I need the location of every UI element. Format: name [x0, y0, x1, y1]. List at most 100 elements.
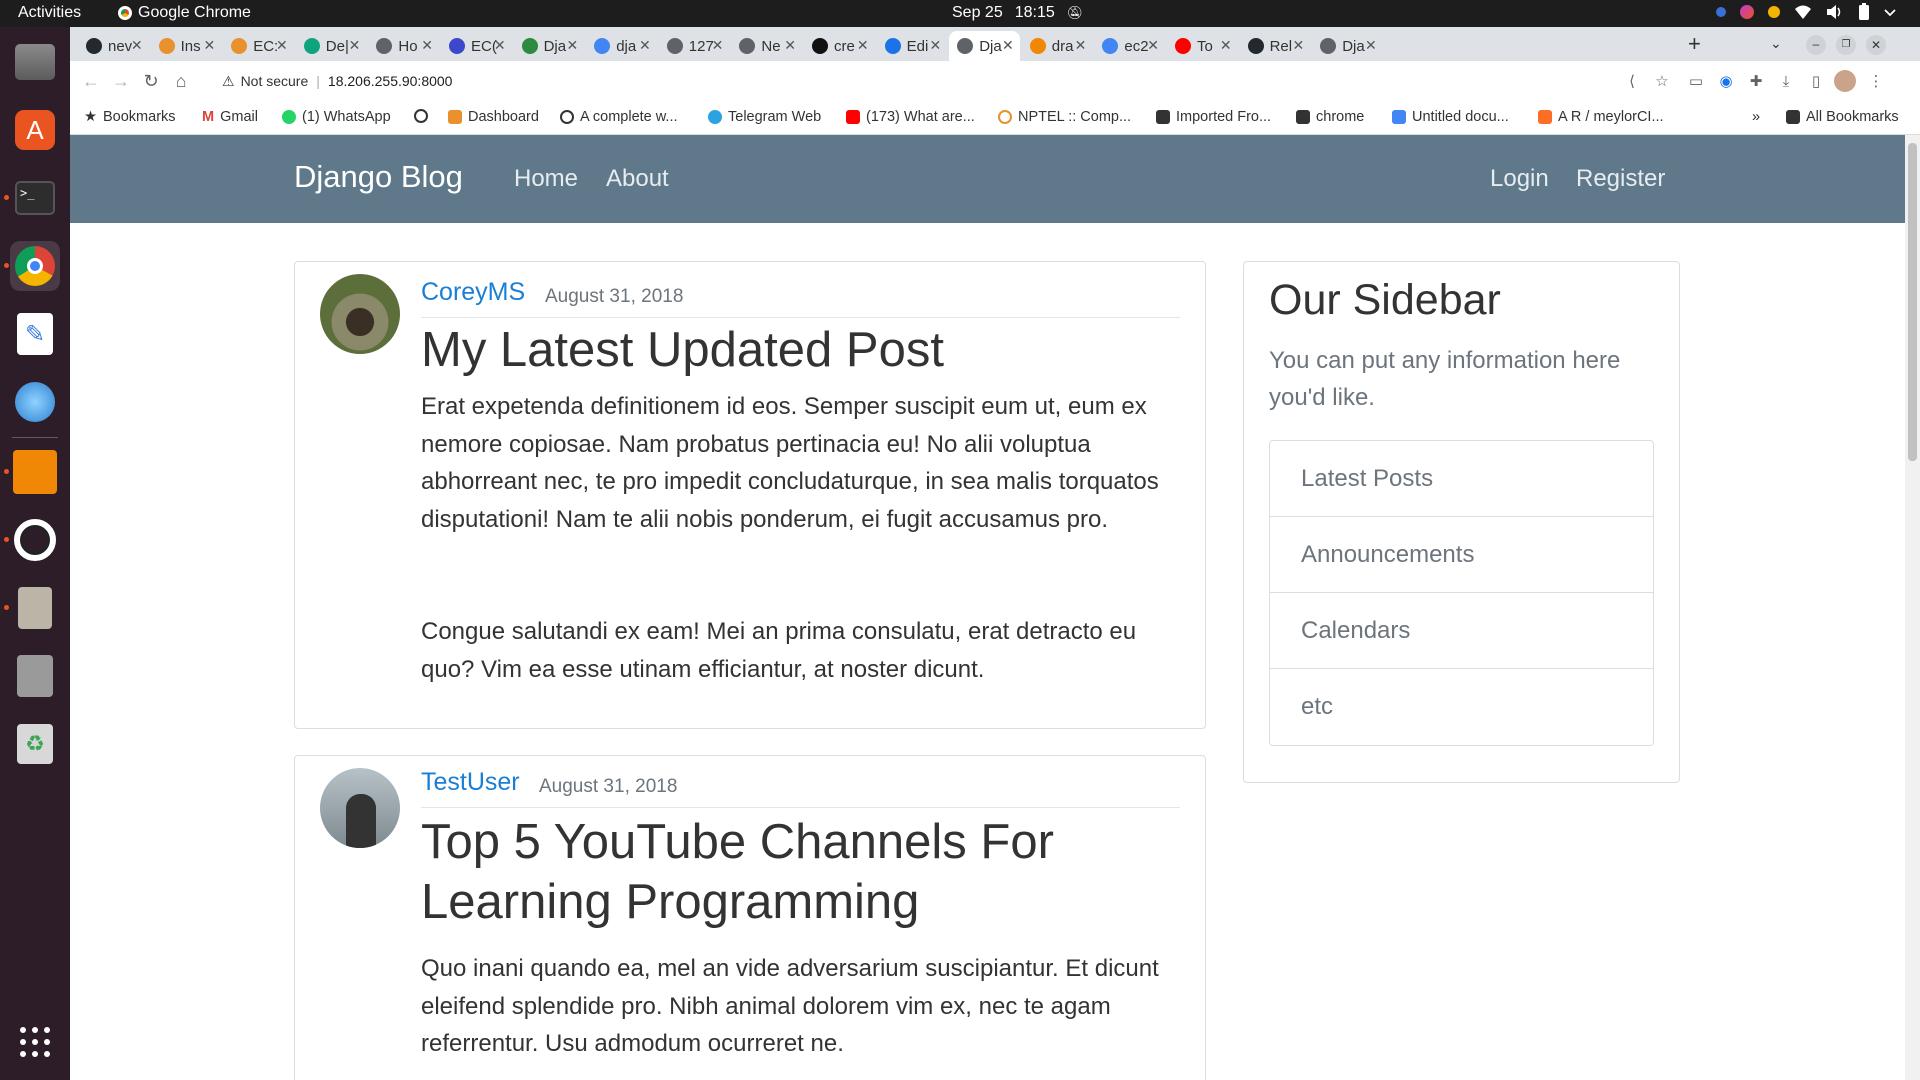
post-title-link[interactable]: Top 5 YouTube Channels For Learning Prog…: [421, 812, 1180, 932]
nav-login-link[interactable]: Login: [1490, 165, 1549, 193]
scrollbar-thumb[interactable]: [1908, 143, 1917, 461]
all-bookmarks[interactable]: All Bookmarks: [1786, 109, 1899, 125]
text-editor-icon[interactable]: ✎: [10, 309, 60, 359]
tab-18[interactable]: Dja ✕: [1312, 31, 1383, 61]
sidebar-item-calendars[interactable]: Calendars: [1270, 593, 1653, 669]
bookmark-chrome[interactable]: chrome: [1296, 109, 1364, 125]
tray-app2-icon[interactable]: [1768, 6, 1780, 18]
bookmark-untitled-doc[interactable]: Untitled docu...: [1392, 109, 1509, 125]
restore-window-button[interactable]: ❐: [1836, 35, 1856, 55]
tab-1[interactable]: nev ✕: [78, 31, 149, 61]
bookmark-gitlab[interactable]: A R / meylorCI...: [1538, 109, 1664, 125]
nav-register-link[interactable]: Register: [1576, 165, 1665, 193]
close-tab-icon[interactable]: ✕: [1002, 37, 1014, 54]
tab-13[interactable]: Dja ✕: [949, 31, 1020, 61]
chrome-menu-icon[interactable]: ⋮: [1866, 71, 1886, 91]
post-author-link[interactable]: TestUser: [421, 768, 520, 797]
not-secure-warning-icon[interactable]: ⚠: [222, 73, 235, 90]
security-status[interactable]: Not secure: [241, 73, 309, 89]
tab-search-icon[interactable]: ⌄: [1770, 35, 1782, 52]
close-tab-icon[interactable]: ✕: [566, 37, 578, 54]
archive-icon[interactable]: [10, 583, 60, 633]
settings-swirl-icon[interactable]: [10, 377, 60, 427]
sidebar-item-announcements[interactable]: Announcements: [1270, 517, 1653, 593]
bookmark-complete-w[interactable]: A complete w...: [560, 109, 678, 125]
bookmark-bookmarks[interactable]: ★ Bookmarks: [84, 109, 176, 125]
sidebar-item-etc[interactable]: etc: [1270, 669, 1653, 745]
post-author-link[interactable]: CoreyMS: [421, 278, 525, 307]
bookmark-whatsapp[interactable]: (1) WhatsApp: [282, 109, 391, 125]
bookmarks-overflow-button[interactable]: »: [1752, 109, 1760, 125]
post-title-link[interactable]: My Latest Updated Post: [421, 320, 1180, 380]
tab-2[interactable]: Ins ✕: [151, 31, 222, 61]
close-tab-icon[interactable]: ✕: [712, 37, 724, 54]
reload-button[interactable]: ↻: [140, 70, 162, 92]
forward-button[interactable]: →: [110, 70, 132, 92]
close-tab-icon[interactable]: ✕: [131, 37, 143, 54]
share-icon[interactable]: ⟨: [1622, 71, 1642, 91]
close-tab-icon[interactable]: ✕: [857, 37, 869, 54]
tab-16[interactable]: To ✕: [1167, 31, 1238, 61]
side-panel-icon[interactable]: ▯: [1806, 71, 1826, 91]
close-tab-icon[interactable]: ✕: [276, 37, 288, 54]
tab-12[interactable]: Edi ✕: [877, 31, 948, 61]
page-scrollbar[interactable]: [1905, 135, 1920, 1080]
system-settings-icon[interactable]: [10, 515, 60, 565]
close-window-button[interactable]: ✕: [1866, 35, 1886, 55]
tray-app-icon[interactable]: [1716, 7, 1726, 17]
close-tab-icon[interactable]: ✕: [1220, 37, 1232, 54]
back-button[interactable]: ←: [80, 70, 102, 92]
drawio-icon[interactable]: [10, 447, 60, 497]
close-tab-icon[interactable]: ✕: [494, 37, 506, 54]
new-tab-button[interactable]: +: [1688, 31, 1701, 57]
bookmark-nptel[interactable]: NPTEL :: Comp...: [998, 109, 1131, 125]
tab-8[interactable]: dja ✕: [586, 31, 657, 61]
active-app-menu[interactable]: Google Chrome: [118, 4, 251, 22]
files-icon[interactable]: [10, 37, 60, 87]
extensions-icon[interactable]: ✚: [1746, 71, 1766, 91]
close-tab-icon[interactable]: ✕: [929, 37, 941, 54]
tab-11[interactable]: cre ✕: [804, 31, 875, 61]
activities-button[interactable]: Activities: [18, 4, 81, 22]
tab-15[interactable]: ec2 ✕: [1094, 31, 1165, 61]
tab-7[interactable]: Dja ✕: [514, 31, 585, 61]
app-center-icon[interactable]: A: [10, 105, 60, 155]
bookmark-star-icon[interactable]: ☆: [1652, 71, 1672, 91]
tab-4[interactable]: De| ✕: [296, 31, 367, 61]
close-tab-icon[interactable]: ✕: [1292, 37, 1304, 54]
downloads-icon[interactable]: ⤓: [1776, 71, 1796, 91]
url-text[interactable]: 18.206.255.90:8000: [328, 73, 453, 89]
nav-about-link[interactable]: About: [606, 165, 669, 193]
bookmark-telegram[interactable]: Telegram Web: [708, 109, 821, 125]
close-tab-icon[interactable]: ✕: [639, 37, 651, 54]
power-menu-icon[interactable]: [1884, 7, 1896, 17]
app-grid-icon[interactable]: [10, 1017, 60, 1067]
tab-10[interactable]: Ne ✕: [731, 31, 802, 61]
close-tab-icon[interactable]: ✕: [421, 37, 433, 54]
close-tab-icon[interactable]: ✕: [349, 37, 361, 54]
profile-avatar[interactable]: [1834, 70, 1856, 92]
home-button[interactable]: ⌂: [170, 70, 192, 92]
trash-icon[interactable]: ♻: [10, 719, 60, 769]
close-tab-icon[interactable]: ✕: [1075, 37, 1087, 54]
cast-icon[interactable]: ▭: [1686, 71, 1706, 91]
bookmark-globe[interactable]: [414, 109, 434, 123]
nav-home-link[interactable]: Home: [514, 165, 578, 193]
tab-3[interactable]: EC: ✕: [223, 31, 294, 61]
sidebar-item-latest-posts[interactable]: Latest Posts: [1270, 441, 1653, 517]
omnibox[interactable]: ⚠ Not secure | 18.206.255.90:8000: [210, 65, 1730, 97]
clock[interactable]: Sep 25 18:15 🔕︎: [952, 4, 1083, 22]
bookmark-imported[interactable]: Imported Fro...: [1156, 109, 1271, 125]
system-tray[interactable]: [1716, 3, 1896, 21]
terminal-icon[interactable]: >_: [10, 173, 60, 223]
close-tab-icon[interactable]: ✕: [1147, 37, 1159, 54]
volume-icon[interactable]: [1826, 4, 1844, 20]
tray-color-icon[interactable]: [1740, 5, 1754, 19]
tab-5[interactable]: Ho ✕: [368, 31, 439, 61]
battery-icon[interactable]: [1858, 3, 1870, 21]
bookmark-gmail[interactable]: M Gmail: [202, 109, 258, 125]
file-manager-icon[interactable]: [10, 651, 60, 701]
chrome-icon[interactable]: [10, 241, 60, 291]
tab-17[interactable]: Rel ✕: [1240, 31, 1311, 61]
screenshot-extension-icon[interactable]: ◉: [1716, 71, 1736, 91]
